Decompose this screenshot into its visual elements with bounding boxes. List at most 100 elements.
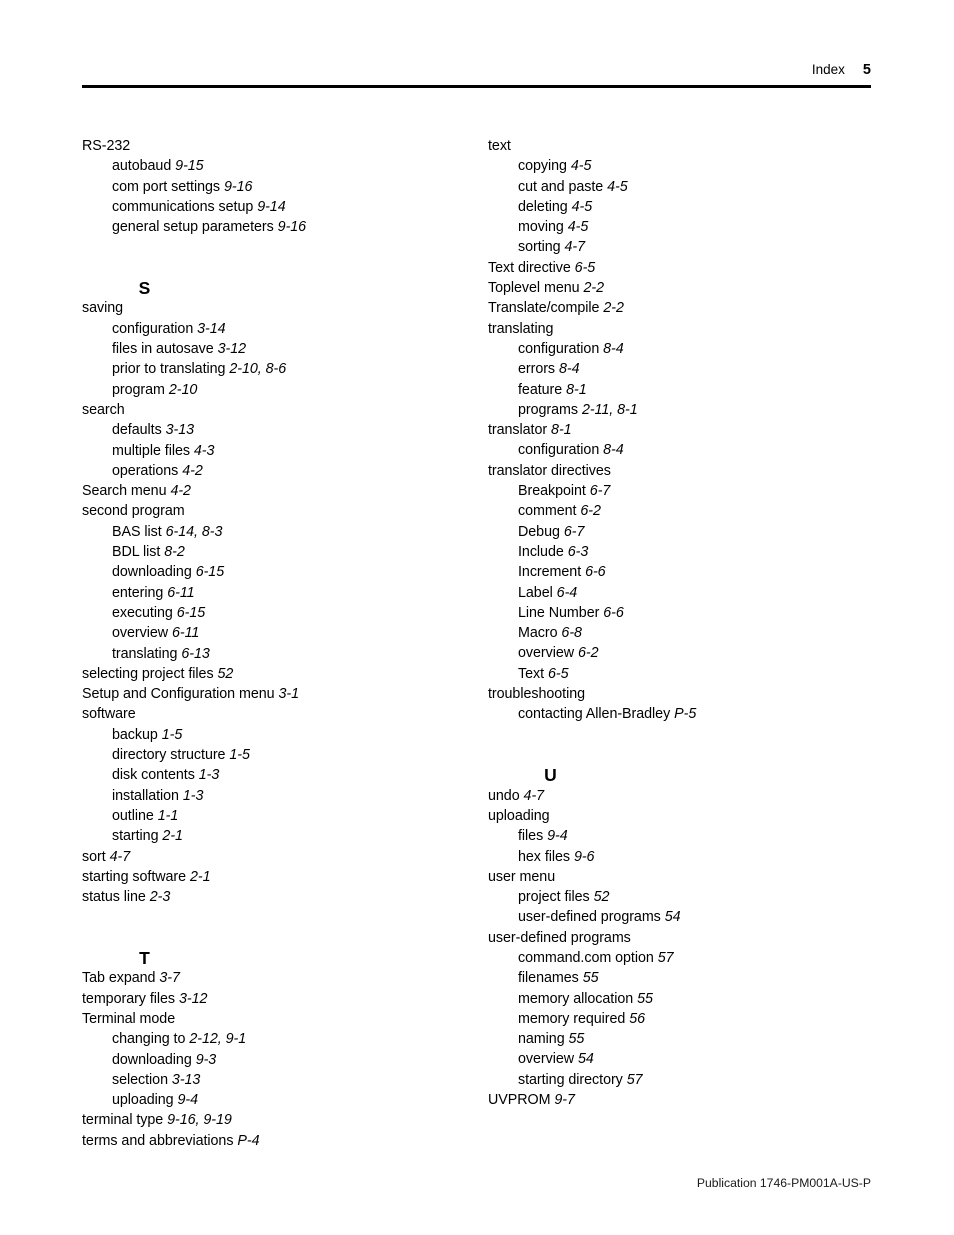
index-subentry: general setup parameters 9-16	[82, 217, 467, 237]
index-subentry: naming 55	[488, 1029, 873, 1049]
index-entry: UVPROM 9-7	[488, 1090, 873, 1110]
index-subentry: errors 8-4	[488, 359, 873, 379]
index-entry-term: defaults	[112, 422, 162, 439]
index-entry: text	[488, 136, 873, 156]
index-entry-term: translator	[488, 422, 548, 439]
index-entry-term: Search menu	[82, 483, 167, 500]
index-entry: uploading	[488, 806, 873, 826]
index-subentry: files in autosave 3-12	[82, 339, 467, 359]
index-entry-page-ref: 4-2	[170, 483, 191, 500]
index-entry: RS-232	[82, 136, 467, 156]
index-entry-page-ref: 6-14, 8-3	[165, 523, 223, 540]
index-entry-term: starting directory	[518, 1071, 623, 1088]
index-entry-page-ref: 1-5	[161, 726, 183, 743]
index-entry-page-ref: 6-2	[577, 645, 599, 662]
index-entry-page-ref: 6-2	[580, 503, 601, 520]
index-subentry: sorting 4-7	[488, 237, 873, 257]
index-entry: Search menu 4-2	[82, 481, 467, 501]
index-entry-page-ref: P-4	[237, 1132, 260, 1149]
index-entry-term: entering	[112, 584, 164, 601]
index-subentry: feature 8-1	[488, 380, 873, 400]
index-entry-term: overview	[112, 625, 169, 642]
index-letter-heading: U	[544, 765, 557, 786]
index-entry-page-ref: 2-12, 9-1	[189, 1031, 247, 1048]
index-entry-page-ref: 4-5	[571, 198, 593, 215]
index-entry-term: saving	[82, 300, 124, 317]
footer-publication: Publication 1746-PM001A-US-P	[696, 1176, 871, 1190]
index-entry-page-ref: P-5	[674, 706, 697, 723]
index-column-right: text copying 4-5 cut and paste 4-5 deleting…	[488, 136, 873, 1110]
index-entry-page-ref: 6-6	[585, 564, 606, 581]
index-entry-term: Line Number	[518, 604, 600, 621]
index-entry-term: multiple files	[112, 442, 190, 459]
index-subentry: deleting 4-5	[488, 197, 873, 217]
index-entry-term: starting software	[82, 868, 187, 885]
index-entry-term: com port settings	[112, 178, 221, 195]
index-entry-page-ref: 57	[657, 949, 674, 966]
index-entry-term: errors	[518, 361, 556, 378]
index-entry-page-ref: 4-5	[570, 158, 592, 175]
index-entry-term: overview	[518, 645, 575, 662]
index-entry-page-ref: 6-6	[603, 604, 624, 621]
index-entry-page-ref: 3-12	[217, 341, 247, 358]
index-subentry: memory required 56	[488, 1009, 873, 1029]
index-entry: user menu	[488, 867, 873, 887]
index-entry-page-ref: 2-3	[149, 889, 171, 906]
index-entry-page-ref: 9-3	[195, 1051, 217, 1068]
index-entry-page-ref: 2-1	[162, 828, 183, 845]
index-entry-term: Toplevel menu	[488, 280, 580, 297]
index-entry-term: contacting Allen-Bradley	[518, 706, 671, 723]
index-entry: temporary files 3-12	[82, 989, 467, 1009]
index-entry-term: downloading	[112, 1051, 192, 1068]
index-entry-page-ref: 3-13	[171, 1071, 201, 1088]
index-subentry: files 9-4	[488, 826, 873, 846]
index-entry-term: uploading	[488, 807, 550, 824]
index-entry-page-ref: 8-4	[603, 340, 624, 357]
index-subentry: Breakpoint 6-7	[488, 481, 873, 501]
index-subentry: overview 54	[488, 1049, 873, 1069]
index-entry-page-ref: 8-4	[558, 361, 580, 378]
index-subentry: uploading 9-4	[82, 1090, 467, 1110]
index-subentry: executing 6-15	[82, 603, 467, 623]
index-entry-term: terminal type	[82, 1112, 164, 1129]
index-entry-page-ref: 1-3	[198, 767, 220, 784]
index-entry-term: Text	[518, 665, 545, 682]
index-entry-page-ref: 9-4	[547, 828, 568, 845]
index-entry: translating	[488, 319, 873, 339]
index-entry-term: troubleshooting	[488, 686, 586, 703]
running-head: Index 5	[82, 62, 871, 78]
index-subentry: multiple files 4-3	[82, 441, 467, 461]
index-entry-page-ref: 6-5	[574, 259, 596, 276]
index-entry-page-ref: 6-7	[563, 523, 585, 540]
index-entry: terms and abbreviations P-4	[82, 1131, 467, 1151]
index-entry-term: user menu	[488, 868, 556, 885]
index-entry-term: disk contents	[112, 767, 195, 784]
index-column-left: RS-232 autobaud 9-15 com port settings 9-1…	[82, 136, 467, 1151]
index-entry-page-ref: 6-11	[167, 584, 195, 601]
index-subentry: Text 6-5	[488, 664, 873, 684]
index-entry-term: cut and paste	[518, 178, 604, 195]
index-entry-term: memory required	[518, 1010, 626, 1027]
index-subentry: user-defined programs 54	[488, 907, 873, 927]
index-subentry: selection 3-13	[82, 1070, 467, 1090]
index-entry-page-ref: 3-12	[178, 990, 208, 1007]
index-subentry: installation 1-3	[82, 786, 467, 806]
index-entry-term: Translate/compile	[488, 300, 600, 317]
index-entry-term: translating	[488, 320, 554, 337]
index-entry-page-ref: 4-5	[607, 178, 628, 195]
index-subentry: operations 4-2	[82, 461, 467, 481]
index-entry-page-ref: 6-3	[567, 543, 589, 560]
index-subentry: configuration 3-14	[82, 319, 467, 339]
index-entry-term: BDL list	[112, 544, 161, 561]
index-entry-term: Setup and Configuration menu	[82, 686, 275, 703]
index-entry-term: general setup parameters	[112, 219, 274, 236]
index-entry: Toplevel menu 2-2	[488, 278, 873, 298]
index-entry-page-ref: 57	[626, 1071, 643, 1088]
index-entry-page-ref: 9-14	[257, 198, 286, 215]
index-entry-term: files	[518, 828, 544, 845]
index-entry-page-ref: 3-1	[278, 686, 299, 703]
index-entry-term: executing	[112, 604, 173, 621]
index-letter-section: U	[488, 725, 873, 786]
index-subentry: memory allocation 55	[488, 989, 873, 1009]
index-page: Index 5 RS-232 autobaud 9-15 com port setti…	[0, 0, 954, 1235]
